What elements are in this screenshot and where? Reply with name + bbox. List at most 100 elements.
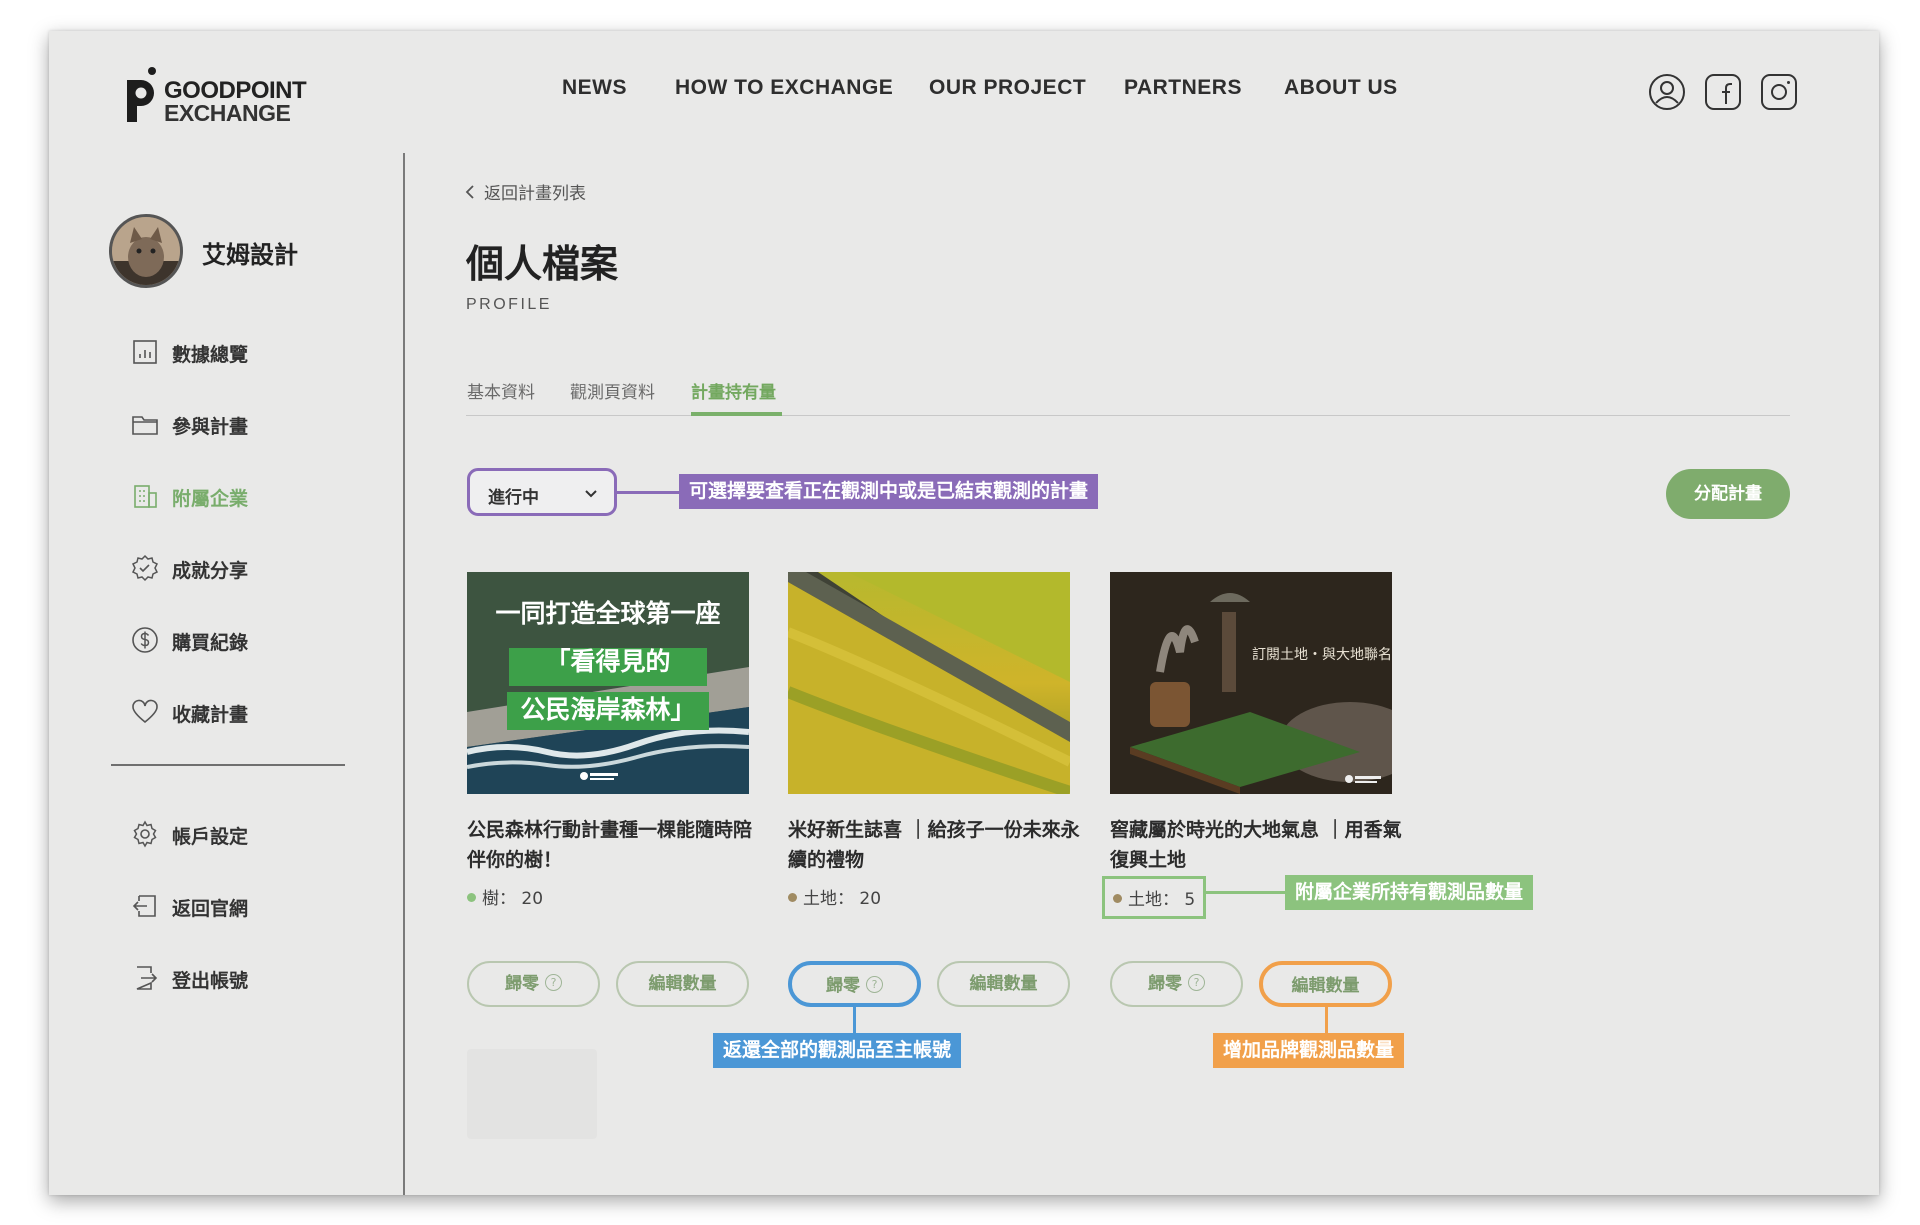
reset-zero-label: 歸零 <box>826 976 860 996</box>
sidebar-item-purchases[interactable]: 購買紀錄 <box>131 624 361 656</box>
reset-zero-button[interactable]: 歸零? <box>1110 961 1243 1007</box>
annotation-reset-zero: 返還全部的觀測品至主帳號 <box>713 1033 962 1068</box>
sidebar-item-label: 收藏計畫 <box>172 704 249 726</box>
reset-zero-label: 歸零 <box>1148 974 1182 994</box>
quantity-label: 土地： <box>1128 890 1179 910</box>
project-card-image[interactable]: 一同打造全球第一座 「看得見的 公民海岸森林」 <box>467 572 749 794</box>
page-title: 個人檔案 <box>466 242 619 286</box>
image-caption-line-1: 一同打造全球第一座 <box>495 599 721 628</box>
holdings-quantity: 樹： 20 <box>467 884 543 909</box>
sidebar-item-projects[interactable]: 參與計畫 <box>131 408 361 440</box>
sidebar-item-favorites[interactable]: 收藏計畫 <box>131 696 361 728</box>
dollar-icon <box>132 627 158 653</box>
sidebar-item-label: 附屬企業 <box>172 488 249 510</box>
gear-icon <box>133 820 157 848</box>
folder-icon <box>132 416 158 435</box>
sidebar-item-back-to-site[interactable]: 返回官網 <box>131 890 361 922</box>
heart-icon <box>132 699 158 724</box>
tab-basic-info[interactable]: 基本資料 <box>467 378 535 403</box>
back-link-label: 返回計畫列表 <box>484 184 586 204</box>
project-card-image[interactable]: 訂閱土地・與大地聯名 <box>1110 572 1392 794</box>
quantity-label: 土地： <box>803 889 854 909</box>
help-icon[interactable]: ? <box>1188 973 1205 991</box>
status-dot <box>1113 893 1122 903</box>
back-to-project-list-link[interactable]: 返回計畫列表 <box>464 179 586 204</box>
edit-quantity-button[interactable]: 編輯數量 <box>616 961 749 1007</box>
land-diorama-image <box>1110 572 1392 794</box>
connector-purple <box>617 491 679 494</box>
logout-icon <box>136 966 158 990</box>
connector-orange <box>1325 1007 1328 1033</box>
connector-green <box>1205 891 1285 894</box>
image-caption-line-1: 訂閱土地・與大地聯名 <box>1252 647 1392 663</box>
status-dot <box>788 892 797 902</box>
annotation-filter: 可選擇要查看正在觀測中或是已結束觀測的計畫 <box>679 474 1099 509</box>
image-caption-line-3: 公民海岸森林」 <box>520 695 696 724</box>
reset-zero-button[interactable]: 歸零? <box>788 961 921 1007</box>
instagram-icon[interactable] <box>1760 73 1798 111</box>
project-card-title[interactable]: 米好新生誌喜 ｜給孩子一份未來永續的禮物 <box>788 815 1088 875</box>
chart-icon <box>133 340 157 364</box>
quantity-value: 5 <box>1184 890 1196 910</box>
goodpoint-watermark-icon <box>1345 775 1381 783</box>
quantity-label: 樹： <box>482 889 516 909</box>
tab-project-holdings[interactable]: 計畫持有量 <box>691 378 776 403</box>
user-icon[interactable] <box>1648 73 1686 111</box>
nav-partners[interactable]: PARTNERS <box>1124 76 1242 100</box>
sidebar-divider-vertical <box>403 153 405 1195</box>
sidebar-item-label: 參與計畫 <box>172 416 249 438</box>
main-nav: NEWS HOW TO EXCHANGE OUR PROJECT PARTNER… <box>49 76 1879 106</box>
quantity-value: 20 <box>521 889 544 909</box>
page-subtitle: PROFILE <box>466 296 552 313</box>
nav-how-to-exchange[interactable]: HOW TO EXCHANGE <box>675 76 893 100</box>
reset-zero-button[interactable]: 歸零? <box>467 961 600 1007</box>
user-name: 艾姆設計 <box>202 241 298 269</box>
sidebar-item-achievements[interactable]: 成就分享 <box>131 552 361 584</box>
edit-quantity-button[interactable]: 編輯數量 <box>937 961 1070 1007</box>
edit-quantity-button[interactable]: 編輯數量 <box>1259 961 1392 1007</box>
sidebar-item-label: 返回官網 <box>172 898 249 920</box>
sidebar-item-label: 成就分享 <box>172 560 249 582</box>
image-caption-line-2: 「看得見的 <box>545 647 671 676</box>
tabs-divider <box>466 415 1790 416</box>
rice-field-image <box>788 572 1070 794</box>
sidebar-item-label: 購買紀錄 <box>172 632 249 654</box>
sidebar-item-label: 登出帳號 <box>172 970 249 992</box>
project-card-image[interactable] <box>788 572 1070 794</box>
project-card-title[interactable]: 公民森林行動計畫種一棵能隨時陪伴你的樹！ <box>467 815 767 875</box>
sidebar-item-affiliates[interactable]: 附屬企業 <box>131 480 361 512</box>
chevron-down-icon <box>585 490 597 498</box>
facebook-icon[interactable] <box>1704 73 1742 111</box>
connector-blue <box>853 1007 856 1033</box>
status-filter-value: 進行中 <box>488 488 539 508</box>
reset-zero-label: 歸零 <box>505 974 539 994</box>
sidebar-item-account-settings[interactable]: 帳戶設定 <box>131 818 361 850</box>
placeholder-card <box>467 1049 597 1139</box>
nav-our-project[interactable]: OUR PROJECT <box>929 76 1086 100</box>
nav-about-us[interactable]: ABOUT US <box>1284 76 1398 100</box>
sidebar-divider <box>111 764 345 766</box>
return-icon <box>132 895 156 917</box>
annotation-edit-quantity: 增加品牌觀測品數量 <box>1213 1033 1405 1068</box>
assign-project-button[interactable]: 分配計畫 <box>1666 469 1790 519</box>
app-frame: GOODPOINT EXCHANGE NEWS HOW TO EXCHANGE … <box>49 31 1879 1195</box>
status-filter-select[interactable]: 進行中 <box>467 468 617 516</box>
help-icon[interactable]: ? <box>545 973 562 991</box>
status-dot <box>467 892 476 902</box>
help-icon[interactable]: ? <box>866 975 883 993</box>
project-card-title[interactable]: 窖藏屬於時光的大地氣息 ｜用香氣復興土地 <box>1110 815 1410 875</box>
building-icon <box>134 485 157 508</box>
holdings-quantity: 土地： 20 <box>788 884 881 909</box>
nav-news[interactable]: NEWS <box>562 76 627 100</box>
quantity-value: 20 <box>859 889 882 909</box>
tab-observation-page[interactable]: 觀測頁資料 <box>570 378 655 403</box>
active-tab-indicator <box>691 412 782 416</box>
avatar[interactable] <box>109 214 183 288</box>
sidebar-item-logout[interactable]: 登出帳號 <box>131 962 361 994</box>
annotation-quantity: 附屬企業所持有觀測品數量 <box>1285 875 1534 910</box>
holdings-quantity: 土地： 5 <box>1102 876 1207 919</box>
chevron-left-icon <box>465 185 474 199</box>
sidebar-item-label: 帳戶設定 <box>172 826 249 848</box>
sidebar-item-overview[interactable]: 數據總覽 <box>131 336 361 368</box>
avatar-cat-image <box>112 217 180 285</box>
